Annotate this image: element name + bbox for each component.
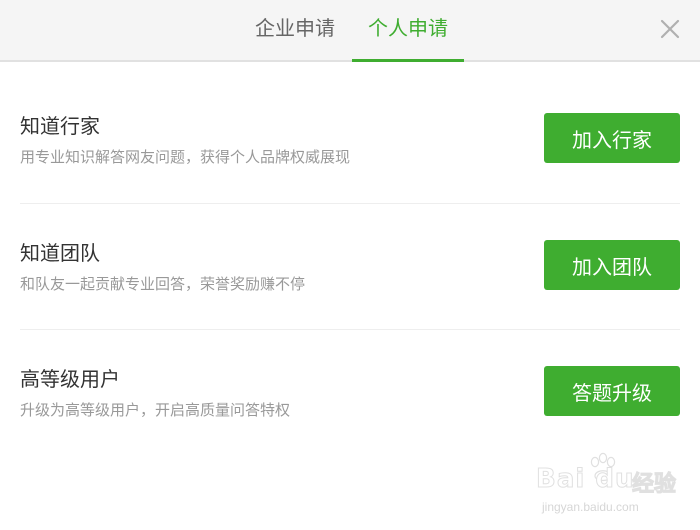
close-icon[interactable] [658, 17, 682, 41]
tab-personal-application[interactable]: 个人申请 [352, 0, 464, 60]
answer-upgrade-button[interactable]: 答题升级 [544, 366, 680, 416]
active-tab-indicator [352, 59, 464, 62]
dialog-header: 企业申请 个人申请 [0, 0, 700, 62]
join-team-button[interactable]: 加入团队 [544, 240, 680, 290]
item-description: 用专业知识解答网友问题，获得个人品牌权威展现 [20, 148, 351, 166]
item-title: 高等级用户 [20, 367, 120, 391]
list-item-team: 知道团队 和队友一起贡献专业回答，荣誉奖励赚不停 加入团队 [20, 203, 680, 330]
watermark-suffix-text: 经验 [631, 472, 677, 498]
item-title: 知道行家 [20, 114, 100, 138]
join-expert-button[interactable]: 加入行家 [544, 113, 680, 163]
item-description: 升级为高等级用户，开启高质量问答特权 [20, 401, 291, 419]
baidu-jingyan-watermark: Bai du 经验 jingyan.baidu.com [535, 452, 686, 522]
tab-enterprise-application[interactable]: 企业申请 [240, 0, 350, 60]
list-item-expert: 知道行家 用专业知识解答网友问题，获得个人品牌权威展现 加入行家 [20, 76, 680, 202]
watermark-url: jingyan.baidu.com [542, 500, 639, 514]
item-title: 知道团队 [20, 241, 100, 265]
item-description: 和队友一起贡献专业回答，荣誉奖励赚不停 [20, 275, 306, 293]
watermark-logo-text: Bai du [535, 464, 635, 495]
list-item-high-level-user: 高等级用户 升级为高等级用户，开启高质量问答特权 答题升级 [20, 329, 680, 456]
